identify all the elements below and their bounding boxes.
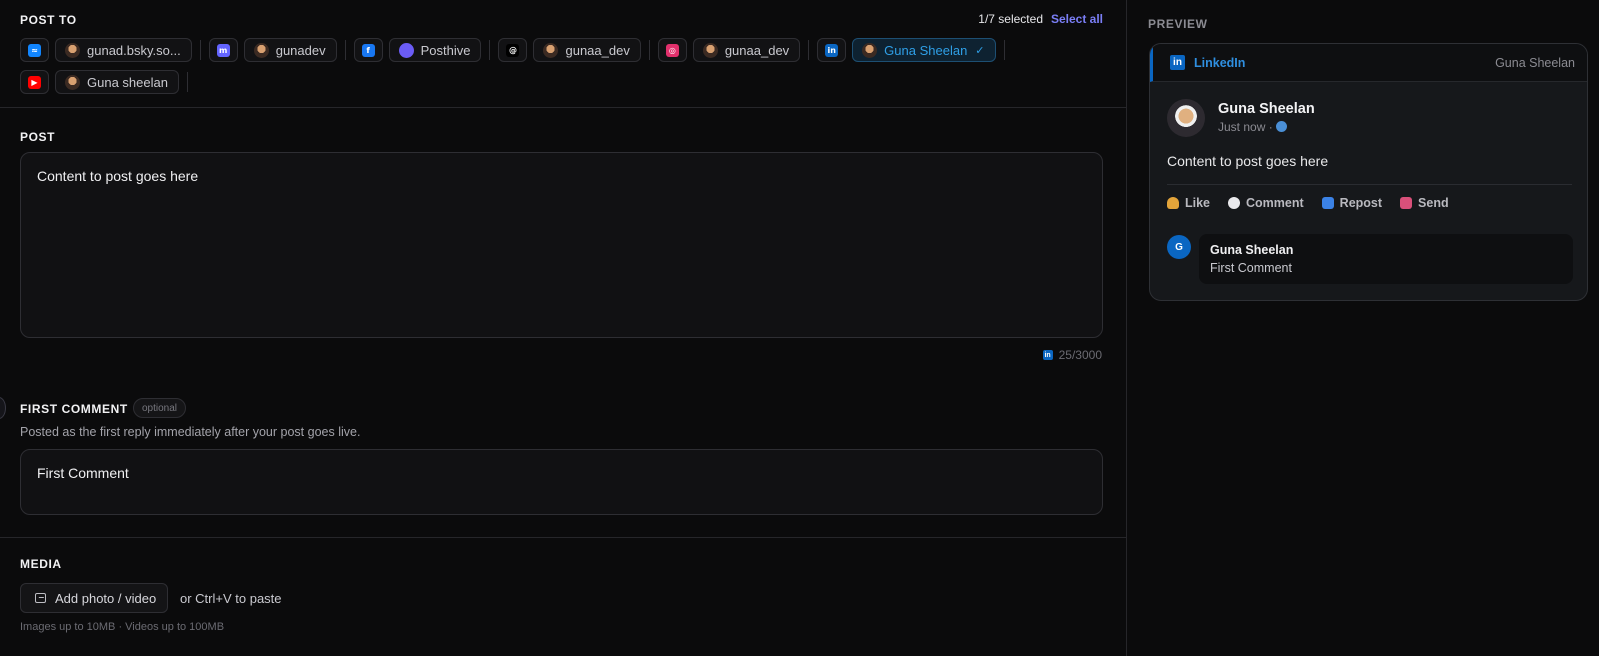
avatar xyxy=(702,42,718,58)
comment-author: Guna Sheelan xyxy=(1210,243,1294,257)
composer-panel: POST TO 1/7 selected Select all ≈ gunad.b… xyxy=(0,0,1127,656)
media-limits: Images up to 10MB · Videos up to 100MB xyxy=(20,621,225,633)
account-chip-label: gunaa_dev xyxy=(724,42,790,58)
preview-action-like[interactable]: Like xyxy=(1167,196,1210,210)
account-chip[interactable]: gunaa_dev xyxy=(692,38,801,62)
paste-hint: or Ctrl+V to paste xyxy=(180,591,282,606)
comment-avatar: G xyxy=(1167,235,1191,259)
chip-separator xyxy=(186,72,188,92)
account-chip[interactable]: gunaa_dev xyxy=(533,38,641,62)
divider xyxy=(1167,184,1572,185)
avatar xyxy=(253,42,269,58)
post-to-section: POST TO 1/7 selected Select all ≈ gunad.b… xyxy=(0,0,1127,108)
optional-badge: optional xyxy=(133,398,187,418)
post-label: POST xyxy=(20,130,56,144)
like-icon xyxy=(1167,197,1179,209)
chip-separator xyxy=(1003,40,1005,60)
select-all-button[interactable]: Select all xyxy=(1051,12,1103,26)
preview-panel: PREVIEW in LinkedIn Guna Sheelan Guna Sh… xyxy=(1128,0,1599,656)
linkedin-icon: in xyxy=(1170,55,1185,70)
post-to-title: POST TO xyxy=(20,13,77,27)
app: POST TO 1/7 selected Select all ≈ gunad.b… xyxy=(0,0,1599,656)
repost-icon xyxy=(1321,197,1334,209)
image-icon xyxy=(35,593,46,603)
chip-separator xyxy=(648,40,650,60)
threads-icon: @ xyxy=(506,43,520,57)
preview-action-label: Repost xyxy=(1339,196,1383,210)
preview-action-label: Like xyxy=(1185,196,1211,210)
avatar xyxy=(398,42,414,58)
platform-toggle[interactable]: m xyxy=(208,38,238,62)
preview-card-header: in LinkedIn Guna Sheelan xyxy=(1150,44,1587,82)
preview-title: PREVIEW xyxy=(1148,17,1208,31)
account-chip-label: Guna sheelan xyxy=(87,74,168,90)
preview-action-repost[interactable]: Repost xyxy=(1321,196,1383,210)
avatar xyxy=(543,42,559,58)
account-chip[interactable]: Guna sheelan xyxy=(55,70,179,94)
platform-toggle[interactable]: ◎ xyxy=(657,38,687,62)
preview-timestamp: Just now · xyxy=(1218,120,1287,134)
preview-account: Guna Sheelan xyxy=(1495,56,1575,70)
avatar xyxy=(65,74,80,90)
preview-actions: Like Comment Repost Send xyxy=(1167,196,1467,210)
comment-icon xyxy=(1228,197,1241,209)
platform-toggle[interactable]: ≈ xyxy=(20,38,49,62)
preview-comment: Guna Sheelan First Comment xyxy=(1199,234,1573,284)
media-section: MEDIA Add photo / video or Ctrl+V to pas… xyxy=(0,537,1127,656)
account-chip[interactable]: gunadev xyxy=(243,38,337,62)
mastodon-icon: m xyxy=(216,43,230,57)
preview-time-text: Just now · xyxy=(1218,120,1273,134)
facebook-icon: f xyxy=(361,43,375,57)
selected-count: 1/7 selected xyxy=(978,12,1043,26)
add-media-label: Add photo / video xyxy=(55,590,157,606)
add-media-button[interactable]: Add photo / video xyxy=(20,583,168,613)
account-chip-row: ▶ Guna sheelan xyxy=(20,70,196,94)
side-handle[interactable] xyxy=(0,397,6,419)
instagram-icon: ◎ xyxy=(665,43,679,57)
bluesky-icon: ≈ xyxy=(28,43,41,57)
first-comment-input[interactable]: First Comment xyxy=(20,449,1103,515)
preview-action-label: Comment xyxy=(1246,196,1304,210)
account-chip-label: gunad.bsky.so... xyxy=(87,42,181,58)
account-chip-label: gunaa_dev xyxy=(565,42,630,58)
platform-toggle[interactable]: in xyxy=(817,38,847,62)
preview-action-comment[interactable]: Comment xyxy=(1228,196,1304,210)
globe-icon xyxy=(1275,121,1287,132)
character-counter: in 25/3000 xyxy=(1042,348,1102,362)
linkedin-icon: in xyxy=(825,43,839,57)
preview-action-label: Send xyxy=(1418,196,1449,210)
avatar xyxy=(65,42,80,58)
linkedin-icon: in xyxy=(1042,350,1053,360)
account-chip[interactable]: gunad.bsky.so... xyxy=(55,38,192,62)
counter-value: 25/3000 xyxy=(1058,348,1102,362)
chip-separator xyxy=(808,40,810,60)
preview-action-send[interactable]: Send xyxy=(1400,196,1449,210)
account-chip-label: Guna Sheelan xyxy=(884,42,968,58)
first-comment-label: FIRST COMMENT xyxy=(20,402,128,416)
check-icon: ✓ xyxy=(975,44,985,57)
platform-toggle[interactable]: f xyxy=(353,38,383,62)
preview-user-name: Guna Sheelan xyxy=(1218,101,1315,117)
account-chip-row: ≈ gunad.bsky.so... m gunadev f Posthive @ gunaa… xyxy=(20,38,1013,62)
send-icon xyxy=(1400,197,1413,209)
platform-toggle[interactable]: @ xyxy=(498,38,528,62)
account-chip[interactable]: Posthive xyxy=(388,38,482,62)
chip-separator xyxy=(489,40,491,60)
media-label: MEDIA xyxy=(20,557,62,571)
platform-toggle[interactable]: ▶ xyxy=(20,70,49,94)
comment-text: First Comment xyxy=(1210,261,1292,275)
avatar xyxy=(1167,99,1205,137)
chip-separator xyxy=(344,40,346,60)
account-chip-label: Posthive xyxy=(420,42,471,58)
preview-network: LinkedIn xyxy=(1194,56,1246,70)
first-comment-description: Posted as the first reply immediately af… xyxy=(20,425,361,439)
account-chip[interactable]: Guna Sheelan ✓ xyxy=(852,38,996,62)
account-chip-label: gunadev xyxy=(275,42,326,58)
linkedin-preview-card: in LinkedIn Guna Sheelan Guna Sheelan Ju… xyxy=(1149,43,1588,301)
preview-post-text: Content to post goes here xyxy=(1167,153,1329,169)
avatar xyxy=(862,42,878,58)
post-content-input[interactable]: Content to post goes here xyxy=(20,152,1103,338)
youtube-icon: ▶ xyxy=(28,75,41,89)
chip-separator xyxy=(199,40,201,60)
